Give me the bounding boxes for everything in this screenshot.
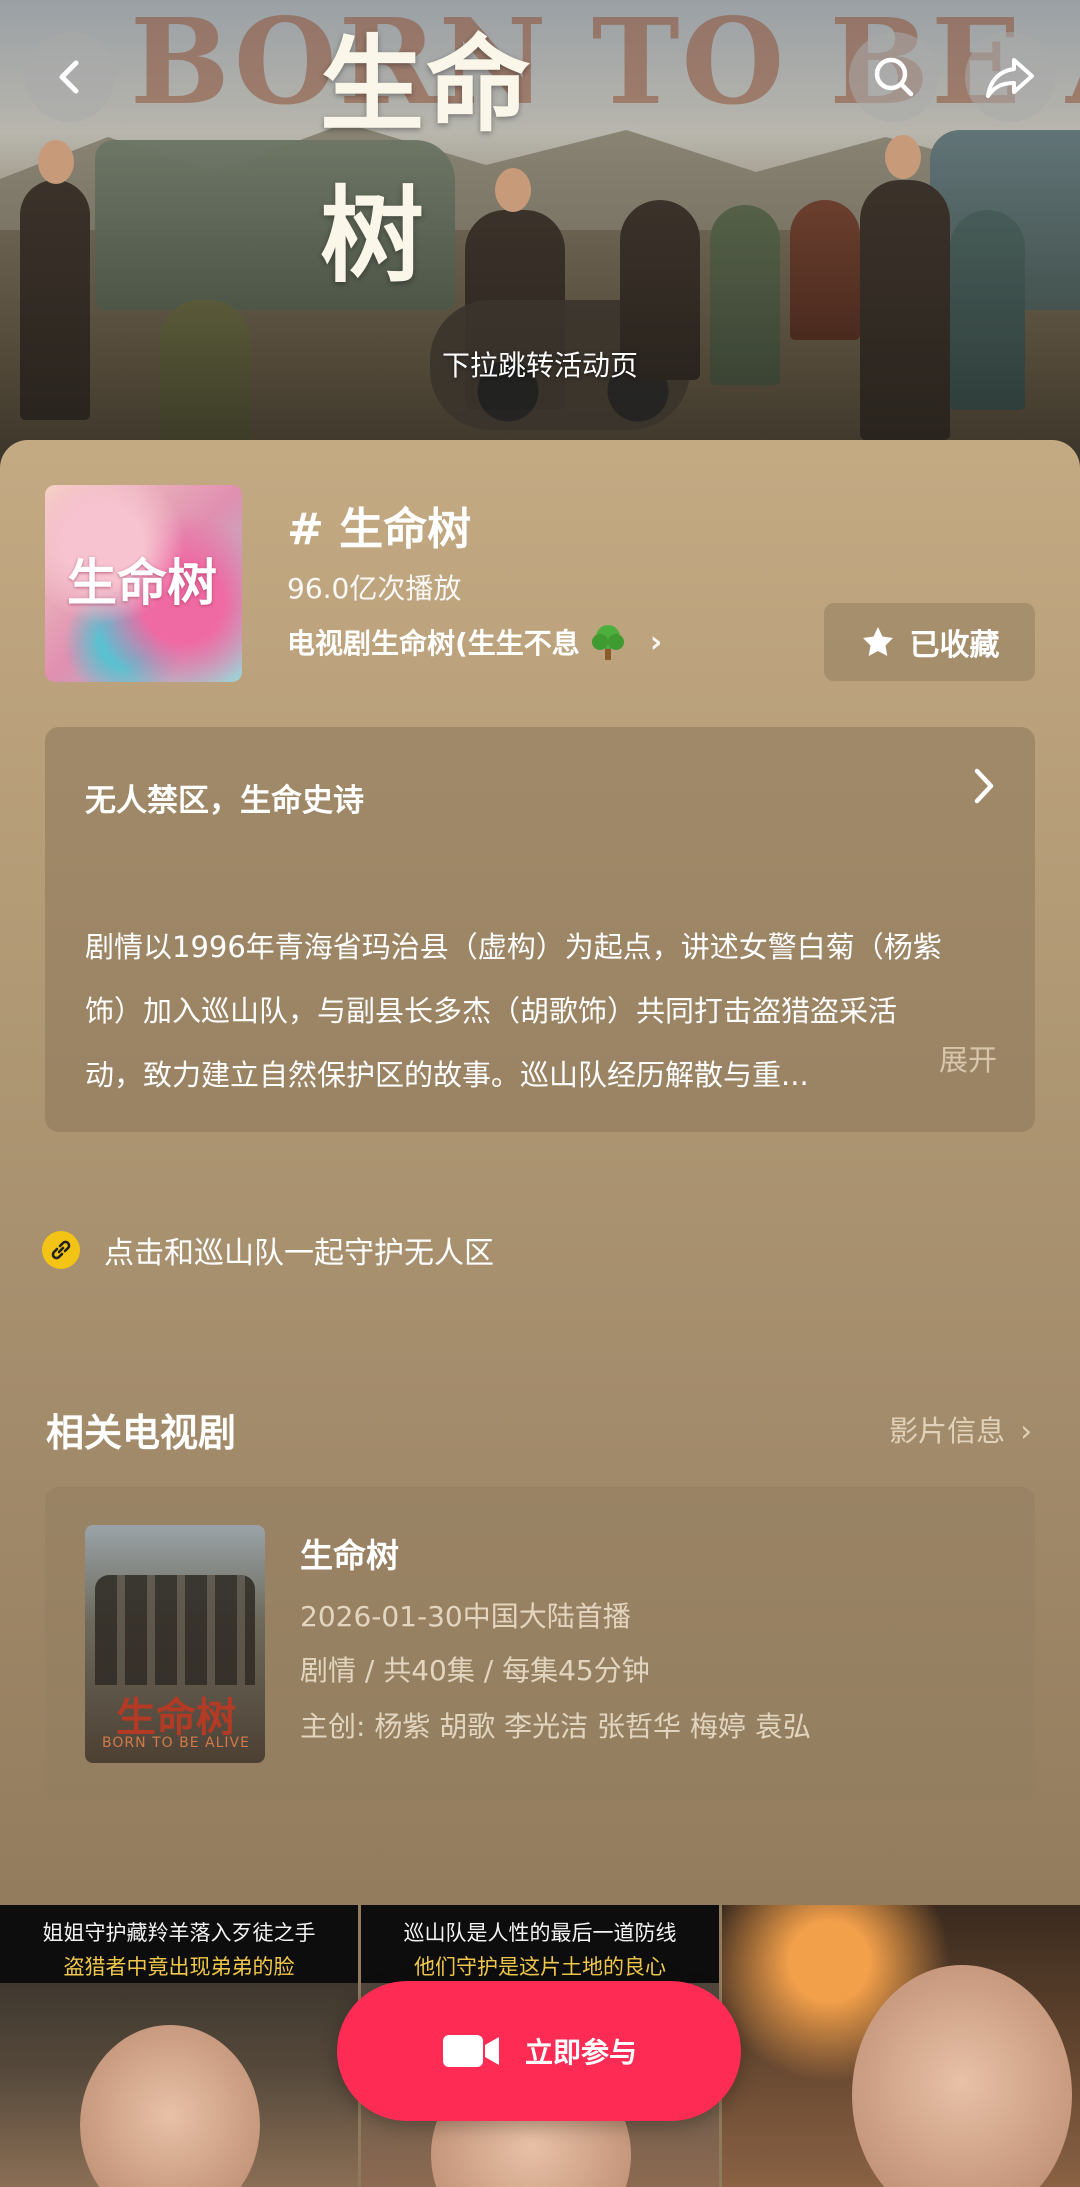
description-heading: 无人禁区，生命史诗 [85,783,364,819]
video-thumbnail[interactable]: 姐姐守护藏羚羊落入歹徒之手 盗猎者中竟出现弟弟的脸 [0,1905,358,2187]
hero-title-cn: 生命树 [320,23,533,297]
favorite-button[interactable]: 已收藏 [824,603,1035,681]
tree-icon [588,622,628,662]
share-button[interactable] [965,32,1055,122]
share-icon [986,58,1034,98]
drama-meta: 剧情 / 共40集 / 每集45分钟 [300,1654,650,1687]
hero-figure-head [885,135,921,179]
video-face [80,2025,260,2187]
series-link-label: 电视剧生命树(生生不息 [287,627,580,660]
video-caption: 巡山队是人性的最后一道防线 他们守护是这片土地的良心 [361,1905,719,1983]
video-caption-line1: 巡山队是人性的最后一道防线 [403,1921,677,1945]
topic-title: # 生命树 [287,504,472,555]
chevron-right-icon: › [649,624,663,660]
drama-cast: 主创: 杨紫 胡歌 李光洁 张哲华 梅婷 袁弘 [300,1710,811,1743]
link-icon [42,1231,80,1269]
poster-figures [95,1575,255,1685]
search-button[interactable] [849,32,939,122]
poster-subtitle: BORN TO BE ALIVE [102,1735,250,1751]
topic-cover[interactable]: 生命树 [45,485,242,682]
pull-hint: 下拉跳转活动页 [441,349,638,382]
series-link[interactable]: 电视剧生命树(生生不息 › [287,622,662,662]
description-text: 剧情以1996年青海省玛治县（虚构）为起点，讲述女警白菊（杨紫 饰）加入巡山队，… [85,915,990,1107]
video-caption-line1: 姐姐守护藏羚羊落入歹徒之手 [42,1921,316,1945]
expand-link[interactable]: 展开 [939,1037,997,1079]
video-camera-icon [442,2035,499,2067]
hero-figure [860,180,950,440]
description-line: 剧情以1996年青海省玛治县（虚构）为起点，讲述女警白菊（杨紫 [85,930,942,964]
related-section-title: 相关电视剧 [46,1411,237,1455]
film-info-link[interactable]: 影片信息 › [889,1408,1032,1450]
video-caption-line2: 盗猎者中竟出现弟弟的脸 [63,1955,295,1979]
topic-cover-text: 生命树 [67,553,217,612]
patrol-link[interactable]: 点击和巡山队一起守护无人区 [42,1228,494,1272]
star-icon [862,627,893,656]
related-drama-card[interactable]: 生命树 BORN TO BE ALIVE 生命树 2026-01-30中国大陆首… [45,1487,1035,1802]
chevron-right-icon: › [1020,1414,1032,1448]
drama-poster: 生命树 BORN TO BE ALIVE [85,1525,265,1763]
video-caption-line2: 他们守护是这片土地的良心 [414,1955,666,1979]
chevron-right-icon[interactable] [973,767,997,814]
drama-premiere: 2026-01-30中国大陆首播 [300,1600,631,1633]
video-face [852,1965,1072,2187]
drama-name: 生命树 [300,1536,399,1575]
hero-banner[interactable]: BORN TO BE ALIVE 生命树 下拉跳转活动页 [0,0,1080,470]
hero-horse [790,200,860,340]
description-line: 动，致力建立自然保护区的故事。巡山队经历解散与重... [85,1058,809,1092]
search-icon [874,57,914,97]
description-line: 饰）加入巡山队，与副县长多杰（胡歌饰）共同打击盗猎盗采活 [85,994,898,1028]
favorite-label: 已收藏 [909,628,1000,663]
play-count: 96.0亿次播放 [287,572,462,605]
film-info-label: 影片信息 [889,1414,1006,1448]
join-now-button[interactable]: 立即参与 [337,1981,741,2121]
hero-figure-head [38,140,74,184]
join-now-label: 立即参与 [524,2036,637,2069]
description-card[interactable]: 无人禁区，生命史诗 剧情以1996年青海省玛治县（虚构）为起点，讲述女警白菊（杨… [45,727,1035,1132]
back-icon [59,60,79,94]
back-button[interactable] [25,32,115,122]
video-thumbnail[interactable] [722,1905,1080,2187]
patrol-link-label: 点击和巡山队一起守护无人区 [104,1236,494,1271]
video-caption: 姐姐守护藏羚羊落入歹徒之手 盗猎者中竟出现弟弟的脸 [0,1905,358,1983]
hero-figure [20,180,90,420]
